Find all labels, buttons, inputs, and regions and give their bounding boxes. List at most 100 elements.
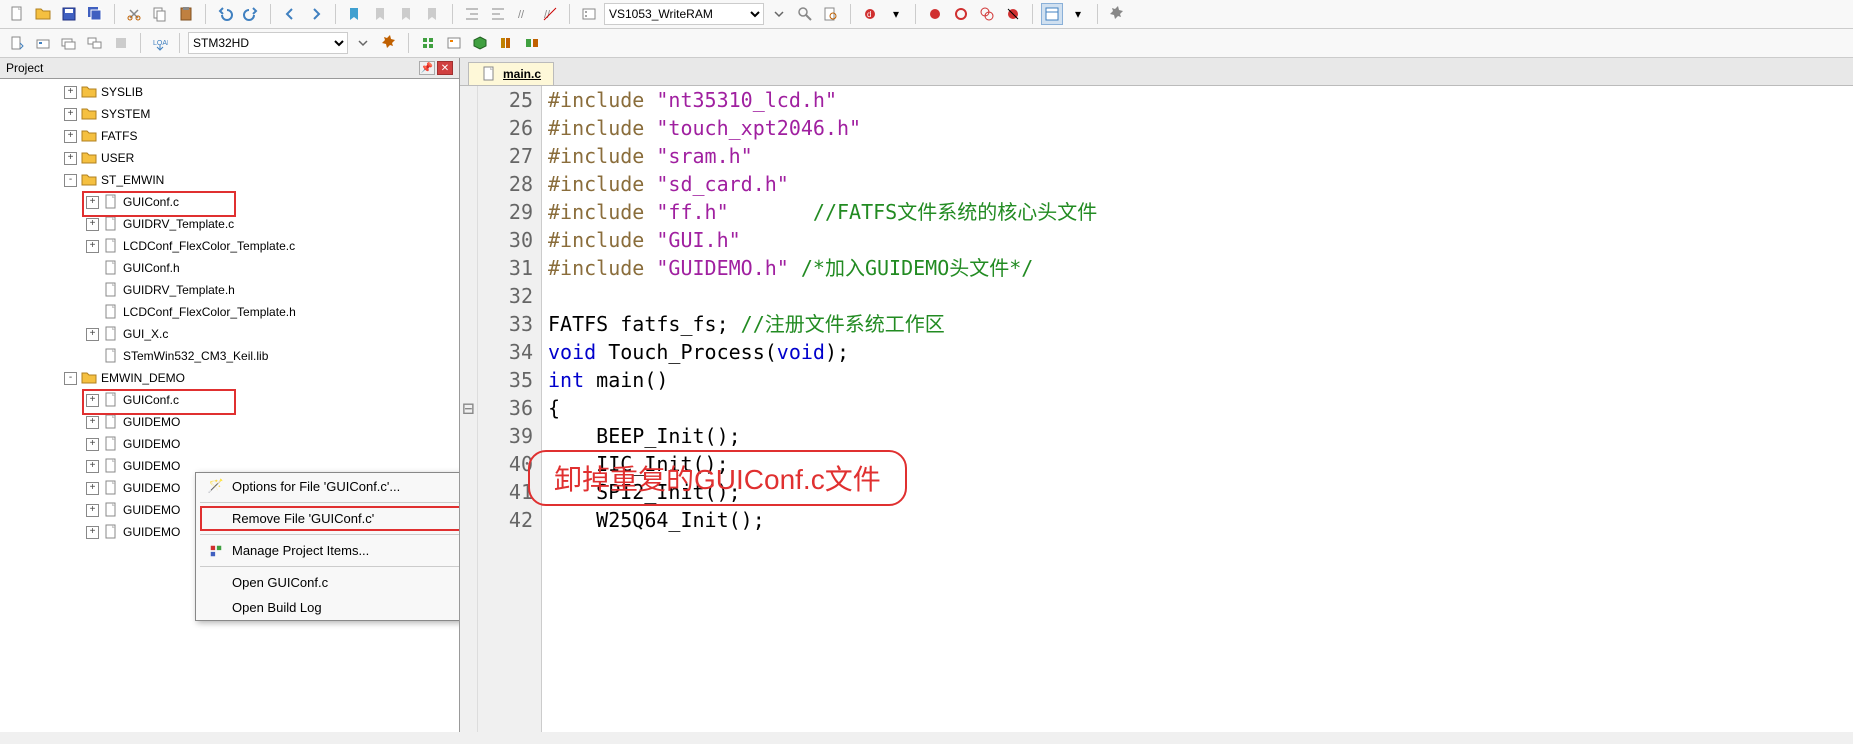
paste-icon[interactable] <box>175 3 197 25</box>
tree-folder[interactable]: +USER <box>0 147 459 169</box>
menu-open-build-log[interactable]: Open Build Log <box>196 595 459 620</box>
nav-fwd-icon[interactable] <box>305 3 327 25</box>
batch-build-icon[interactable] <box>84 32 106 54</box>
breakpoint-insert-icon[interactable] <box>924 3 946 25</box>
tree-file[interactable]: LCDConf_FlexColor_Template.h <box>0 301 459 323</box>
manage-multi-icon[interactable] <box>521 32 543 54</box>
menu-manage-project-items[interactable]: Manage Project Items... <box>196 538 459 563</box>
tree-file[interactable]: GUIConf.h <box>0 257 459 279</box>
cut-icon[interactable] <box>123 3 145 25</box>
new-file-icon[interactable] <box>6 3 28 25</box>
manage-rt-icon[interactable] <box>417 32 439 54</box>
expand-toggle-icon[interactable] <box>86 350 99 363</box>
breakpoint-disable-icon[interactable] <box>950 3 972 25</box>
download-icon[interactable]: LOAD <box>149 32 171 54</box>
comment-icon[interactable]: // <box>513 3 535 25</box>
tree-file[interactable]: +LCDConf_FlexColor_Template.c <box>0 235 459 257</box>
expand-toggle-icon[interactable]: + <box>64 130 77 143</box>
bookmark-clear-icon[interactable] <box>422 3 444 25</box>
bookmark-next-icon[interactable] <box>396 3 418 25</box>
code-editor[interactable]: ⊟ 25262728293031323334353639404142 #incl… <box>460 86 1853 732</box>
target-select[interactable]: VS1053_WriteRAM <box>604 3 764 25</box>
open-file-icon[interactable] <box>32 3 54 25</box>
caret-down-icon[interactable]: ▾ <box>885 3 907 25</box>
tree-item-label: GUIDRV_Template.h <box>123 283 235 297</box>
redo-icon[interactable] <box>240 3 262 25</box>
breakpoint-disable-all-icon[interactable] <box>976 3 998 25</box>
outdent-icon[interactable] <box>487 3 509 25</box>
expand-toggle-icon[interactable]: + <box>86 526 99 539</box>
undo-icon[interactable] <box>214 3 236 25</box>
select-packs-icon[interactable] <box>443 32 465 54</box>
tree-file[interactable]: +GUI_X.c <box>0 323 459 345</box>
tree-file[interactable]: +GUIDEMO <box>0 411 459 433</box>
window-list-icon[interactable] <box>1041 3 1063 25</box>
expand-toggle-icon[interactable]: - <box>64 372 77 385</box>
uncomment-icon[interactable]: // <box>539 3 561 25</box>
menu-open-file[interactable]: Open GUIConf.c <box>196 570 459 595</box>
tree-file[interactable]: +GUIDEMO <box>0 433 459 455</box>
caret-down-icon[interactable]: ▾ <box>1067 3 1089 25</box>
bookmark-prev-icon[interactable] <box>370 3 392 25</box>
expand-toggle-icon[interactable]: + <box>64 86 77 99</box>
indent-icon[interactable] <box>461 3 483 25</box>
editor-tab-bar: main.c <box>460 58 1853 86</box>
function-list-icon[interactable] <box>578 3 600 25</box>
expand-toggle-icon[interactable]: + <box>86 482 99 495</box>
breakpoint-kill-all-icon[interactable] <box>1002 3 1024 25</box>
tree-item-label: GUIConf.h <box>123 261 180 275</box>
editor-tab-main-c[interactable]: main.c <box>468 62 554 85</box>
device-select[interactable]: STM32HD <box>188 32 348 54</box>
configure-icon[interactable] <box>1106 3 1128 25</box>
expand-toggle-icon[interactable]: + <box>86 196 99 209</box>
pack-installer-icon[interactable] <box>469 32 491 54</box>
tree-item-label: GUIConf.c <box>123 195 179 209</box>
stop-build-icon[interactable] <box>110 32 132 54</box>
expand-toggle-icon[interactable]: + <box>86 438 99 451</box>
expand-toggle-icon[interactable] <box>86 284 99 297</box>
save-icon[interactable] <box>58 3 80 25</box>
debug-icon[interactable]: d <box>859 3 881 25</box>
expand-toggle-icon[interactable] <box>86 306 99 319</box>
tree-folder[interactable]: + FATFS <box>0 125 459 147</box>
menu-remove-file[interactable]: Remove File 'GUIConf.c' <box>196 506 459 531</box>
tree-item-label: FATFS <box>101 129 137 143</box>
tree-folder[interactable]: -ST_EMWIN <box>0 169 459 191</box>
tree-file[interactable]: +GUIConf.c <box>0 389 459 411</box>
bookmark-toggle-icon[interactable] <box>344 3 366 25</box>
find-in-files-icon[interactable] <box>820 3 842 25</box>
save-all-icon[interactable] <box>84 3 106 25</box>
rebuild-icon[interactable] <box>58 32 80 54</box>
expand-toggle-icon[interactable]: + <box>86 240 99 253</box>
tree-folder[interactable]: +SYSLIB <box>0 81 459 103</box>
panel-close-icon[interactable]: ✕ <box>437 61 453 75</box>
options-target-icon[interactable] <box>378 32 400 54</box>
menu-options-for-file[interactable]: 🪄 Options for File 'GUIConf.c'... Alt+F7 <box>196 473 459 499</box>
tree-file[interactable]: + GUIConf.c <box>0 191 459 213</box>
books-icon[interactable] <box>495 32 517 54</box>
copy-icon[interactable] <box>149 3 171 25</box>
tree-folder[interactable]: -EMWIN_DEMO <box>0 367 459 389</box>
expand-toggle-icon[interactable]: + <box>86 394 99 407</box>
tree-file[interactable]: STemWin532_CM3_Keil.lib <box>0 345 459 367</box>
build-icon[interactable] <box>32 32 54 54</box>
expand-toggle-icon[interactable] <box>86 262 99 275</box>
tree-file[interactable]: +GUIDRV_Template.c <box>0 213 459 235</box>
tree-file[interactable]: GUIDRV_Template.h <box>0 279 459 301</box>
expand-toggle-icon[interactable]: + <box>86 504 99 517</box>
find-icon[interactable] <box>794 3 816 25</box>
expand-toggle-icon[interactable]: + <box>86 460 99 473</box>
expand-toggle-icon[interactable]: + <box>86 218 99 231</box>
nav-back-icon[interactable] <box>279 3 301 25</box>
expand-toggle-icon[interactable]: + <box>64 108 77 121</box>
translate-icon[interactable] <box>6 32 28 54</box>
expand-toggle-icon[interactable]: - <box>64 174 77 187</box>
file-icon <box>481 66 497 82</box>
expand-toggle-icon[interactable]: + <box>86 328 99 341</box>
expand-toggle-icon[interactable]: + <box>64 152 77 165</box>
panel-pin-icon[interactable]: 📌 <box>419 61 435 75</box>
dropdown-icon[interactable] <box>768 3 790 25</box>
tree-folder[interactable]: +SYSTEM <box>0 103 459 125</box>
expand-toggle-icon[interactable]: + <box>86 416 99 429</box>
dropdown-icon[interactable] <box>352 32 374 54</box>
